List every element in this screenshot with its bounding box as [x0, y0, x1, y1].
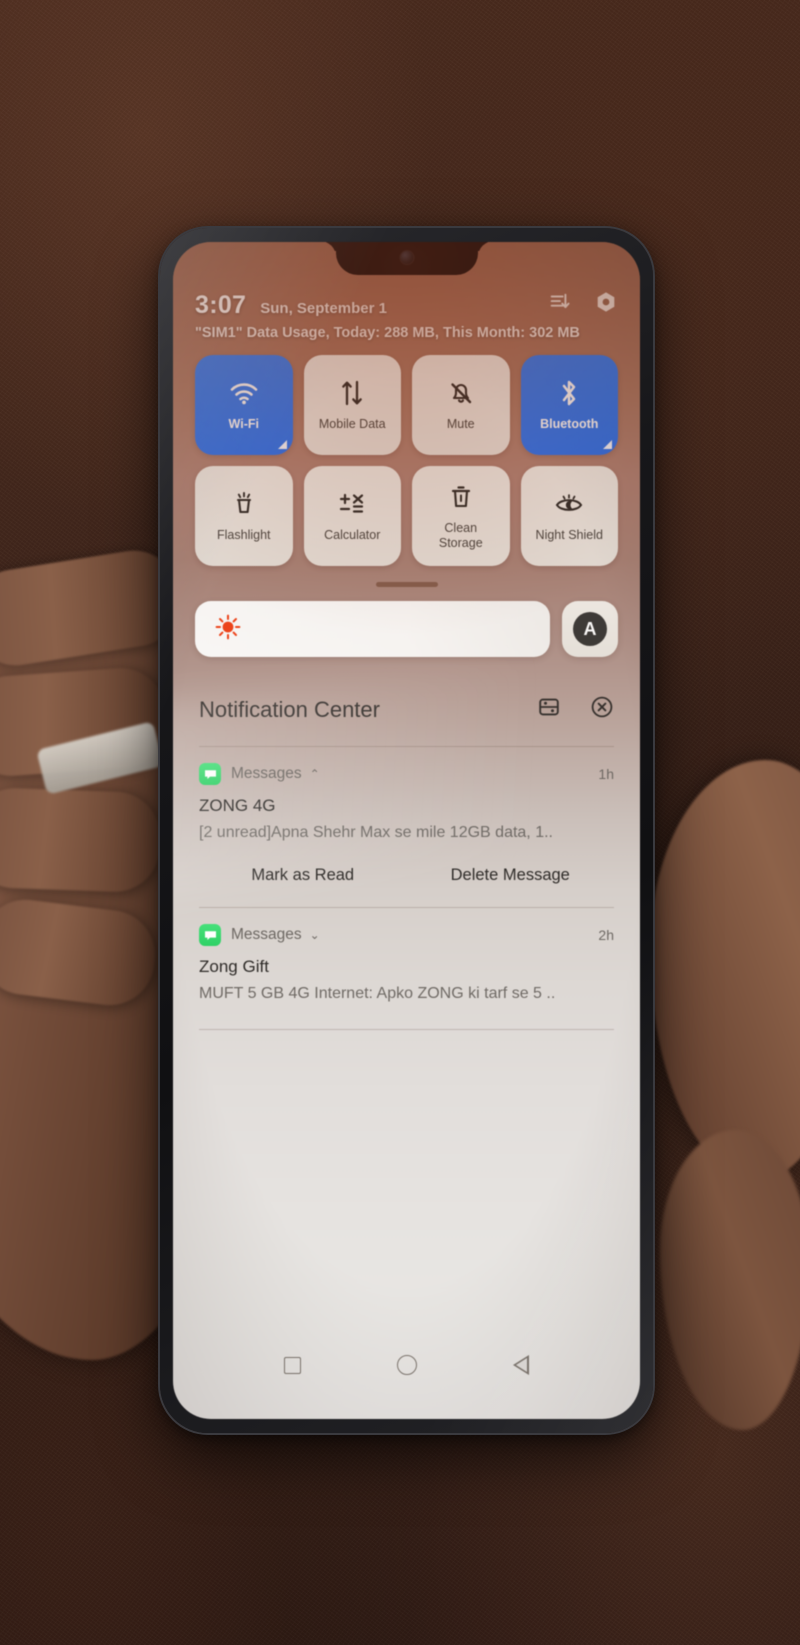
status-date: Sun, September 1 — [260, 300, 387, 317]
clear-all-icon[interactable] — [590, 695, 614, 724]
settings-hex-icon[interactable] — [594, 290, 618, 319]
tile-calculator[interactable]: Calculator — [303, 466, 401, 566]
notification-title: Zong Gift — [199, 957, 269, 976]
notification-center-actions — [538, 695, 614, 724]
notification-shade: 3:07 Sun, September 1 "SIM1" Data Usage,… — [173, 242, 640, 1419]
tile-wifi[interactable]: Wi-Fi — [195, 355, 293, 455]
tile-expand-corner[interactable] — [277, 440, 287, 449]
bell-mute-icon — [448, 378, 474, 408]
tile-night-shield[interactable]: Night Shield — [520, 466, 618, 566]
tile-label: Bluetooth — [540, 417, 599, 432]
tile-label: Clean Storage — [438, 521, 483, 550]
tile-bluetooth[interactable]: Bluetooth — [520, 355, 618, 455]
tile-label: Mobile Data — [318, 417, 386, 432]
tile-label: Calculator — [324, 528, 381, 543]
delete-message-button[interactable]: Delete Message — [407, 866, 615, 885]
tile-expand-corner[interactable] — [603, 440, 612, 449]
tile-clean-storage[interactable]: Clean Storage — [412, 466, 510, 566]
calculator-icon — [337, 489, 367, 519]
phone-device: 3:07 Sun, September 1 "SIM1" Data Usage,… — [160, 228, 653, 1433]
mobile-data-icon — [339, 378, 365, 408]
tile-label: Mute — [446, 417, 475, 432]
messages-icon — [199, 924, 221, 946]
phone-screen: 3:07 Sun, September 1 "SIM1" Data Usage,… — [173, 242, 640, 1419]
notification-body: MUFT 5 GB 4G Internet: Apko ZONG ki tarf… — [199, 985, 556, 1002]
chevron-up-icon[interactable]: ⌃ — [310, 767, 320, 781]
notification-time: 2h — [598, 927, 614, 943]
notification-body: [2 unread]Apna Shehr Max se mile 12GB da… — [199, 824, 553, 841]
tile-mobile-data[interactable]: Mobile Data — [303, 355, 401, 455]
notification-header: Messages ⌄ 2h — [199, 924, 614, 946]
quick-settings-grid: Wi-Fi Mobile Data Mute Bluetooth Flashli… — [195, 355, 618, 566]
sort-list-icon[interactable] — [548, 291, 570, 318]
display-notch — [335, 242, 478, 275]
tile-mute[interactable]: Mute — [412, 355, 510, 455]
night-shield-icon — [554, 489, 584, 519]
trash-clean-icon — [449, 482, 473, 512]
chevron-down-icon[interactable]: ⌄ — [310, 928, 320, 942]
home-circle-icon[interactable] — [397, 1355, 417, 1375]
tile-flashlight[interactable]: Flashlight — [195, 466, 293, 566]
status-clock: 3:07 — [195, 291, 247, 319]
messages-icon — [199, 763, 221, 785]
status-bar-icons — [548, 290, 618, 320]
brightness-sun-icon — [215, 614, 241, 645]
tile-label: Flashlight — [217, 528, 271, 543]
tile-label: Wi-Fi — [228, 417, 259, 432]
notification-time: 1h — [598, 766, 614, 782]
notification-center-title: Notification Center — [199, 696, 380, 722]
notification-title: ZONG 4G — [199, 796, 276, 815]
bluetooth-icon — [558, 378, 580, 408]
recents-square-icon[interactable] — [284, 1356, 301, 1374]
flashlight-icon — [231, 489, 257, 519]
notification-app-name: Messages — [231, 765, 302, 782]
brightness-slider[interactable] — [195, 601, 550, 657]
notification-item[interactable]: Messages ⌄ 2h Zong Gift MUFT 5 GB 4G Int… — [195, 908, 618, 1003]
notification-item[interactable]: Messages ⌃ 1h ZONG 4G [2 unread]Apna She… — [195, 747, 618, 885]
navigation-bar — [173, 1355, 640, 1375]
notification-actions: Mark as Read Delete Message — [199, 866, 614, 885]
auto-brightness-label: A — [573, 612, 607, 646]
wifi-icon — [229, 378, 259, 408]
notification-settings-icon[interactable] — [538, 696, 560, 723]
front-camera-icon — [400, 251, 413, 264]
auto-brightness-button[interactable]: A — [562, 601, 618, 657]
notification-app-name: Messages — [231, 926, 302, 943]
data-usage-text: "SIM1" Data Usage, Today: 288 MB, This M… — [195, 325, 580, 341]
divider — [199, 1029, 614, 1030]
back-triangle-icon[interactable] — [513, 1355, 529, 1375]
mark-as-read-button[interactable]: Mark as Read — [199, 866, 407, 885]
shade-drag-handle[interactable] — [375, 582, 438, 587]
tile-label: Night Shield — [535, 528, 603, 543]
notification-header: Messages ⌃ 1h — [199, 763, 614, 785]
brightness-row: A — [195, 601, 618, 657]
notification-center-header: Notification Center — [195, 695, 618, 724]
